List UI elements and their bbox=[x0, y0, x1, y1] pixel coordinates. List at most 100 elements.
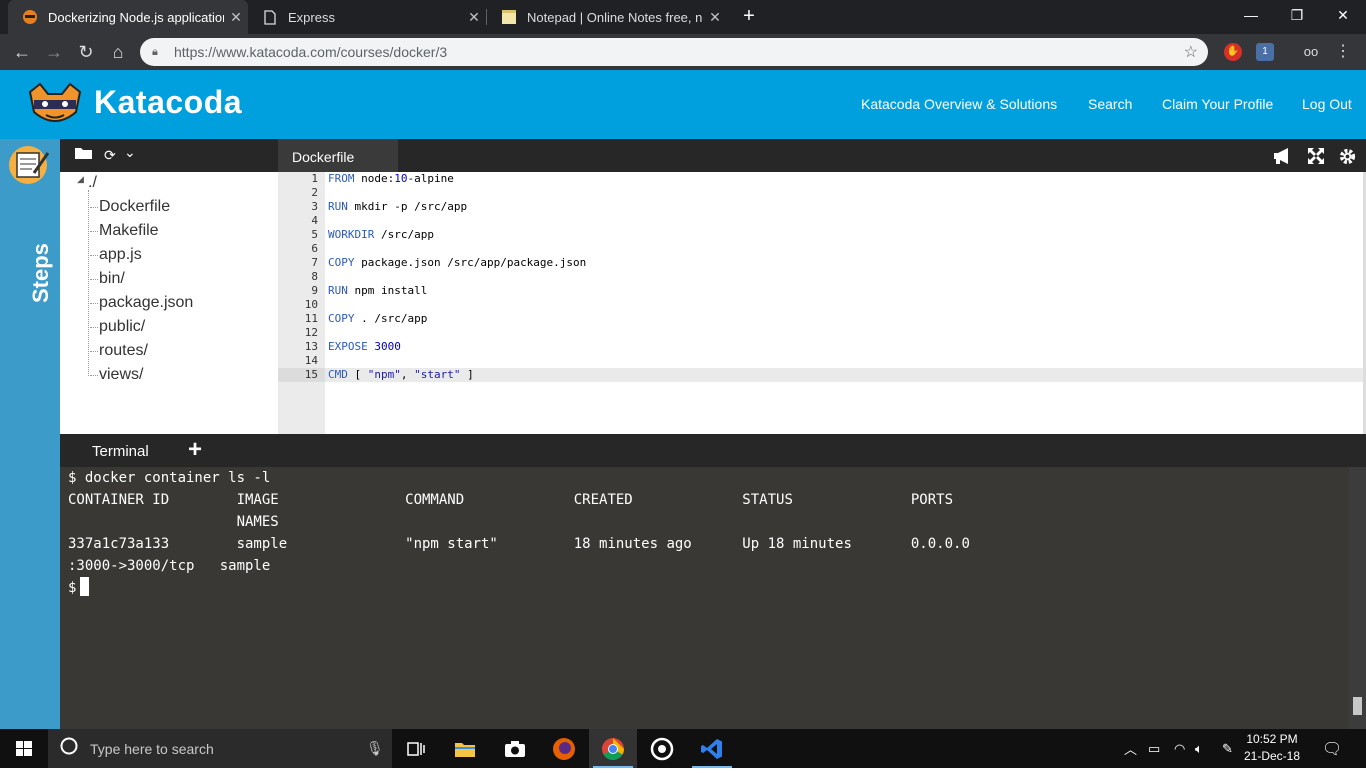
address-bar[interactable]: 🔒︎ https://www.katacoda.com/courses/dock… bbox=[140, 38, 1208, 66]
line-number: 8 bbox=[311, 270, 318, 283]
browser-toolbar: ← → ↻ ⌂ 🔒︎ https://www.katacoda.com/cour… bbox=[0, 34, 1366, 70]
windows-start-icon[interactable] bbox=[0, 729, 48, 768]
open-folder-icon[interactable] bbox=[74, 145, 94, 166]
task-view-icon[interactable] bbox=[392, 729, 440, 768]
terminal-tabbar: Terminal + bbox=[60, 434, 1366, 467]
nav-log-out[interactable]: Log Out bbox=[1302, 96, 1352, 112]
tab-dockerizing[interactable]: Dockerizing Node.js applications ✕ bbox=[8, 0, 248, 34]
code-line: COPY package.json /src/app/package.json bbox=[328, 256, 586, 270]
code-text: /src/app bbox=[374, 228, 434, 241]
tab-title: Express bbox=[288, 9, 335, 25]
chrome-icon[interactable] bbox=[589, 729, 637, 768]
folder-views[interactable]: views/ bbox=[99, 366, 143, 384]
new-tab-icon[interactable]: + bbox=[738, 6, 760, 28]
katacoda-logo-icon[interactable] bbox=[22, 82, 88, 128]
line-number: 10 bbox=[304, 298, 318, 311]
tree-root[interactable]: ./ bbox=[88, 174, 97, 192]
close-window-icon[interactable]: ✕ bbox=[1320, 0, 1366, 30]
file-app-js[interactable]: app.js bbox=[99, 246, 142, 264]
taskbar-search-box[interactable]: Type here to search 🎙︎ bbox=[48, 729, 392, 768]
line-number: 12 bbox=[304, 326, 318, 339]
taskbar-clock[interactable]: 10:52 PM 21-Dec-18 bbox=[1240, 731, 1304, 765]
nav-claim-profile[interactable]: Claim Your Profile bbox=[1162, 96, 1273, 112]
nav-overview-solutions[interactable]: Katacoda Overview & Solutions bbox=[861, 96, 1057, 112]
code-keyword: FROM bbox=[328, 172, 355, 185]
collapse-down-icon[interactable]: ⌄ bbox=[124, 144, 136, 161]
incognito-icon[interactable]: oo bbox=[1302, 43, 1320, 61]
line-number: 7 bbox=[311, 256, 318, 269]
code-keyword: RUN bbox=[328, 200, 348, 213]
extension-icon[interactable]: 1 bbox=[1256, 43, 1274, 61]
editor-tabbar: Dockerfile bbox=[278, 139, 1366, 172]
expand-icon[interactable] bbox=[1307, 147, 1325, 170]
tiger-favicon-icon bbox=[22, 9, 38, 25]
scrollbar-thumb[interactable] bbox=[1353, 697, 1362, 715]
forward-icon[interactable]: → bbox=[42, 40, 66, 64]
adblock-extension-icon[interactable]: ✋ bbox=[1224, 43, 1242, 61]
terminal-output[interactable]: $ docker container ls -l CONTAINER ID IM… bbox=[60, 467, 1349, 729]
file-makefile[interactable]: Makefile bbox=[99, 222, 159, 240]
line-number: 13 bbox=[304, 340, 318, 353]
tab-title: Dockerizing Node.js applications bbox=[48, 9, 224, 25]
line-number: 15 bbox=[304, 368, 318, 381]
bookmark-star-icon[interactable]: ☆ bbox=[1184, 42, 1198, 62]
reload-icon[interactable]: ↻ bbox=[74, 40, 98, 64]
firefox-icon[interactable] bbox=[540, 729, 588, 768]
back-icon[interactable]: ← bbox=[10, 40, 34, 64]
microphone-icon[interactable]: 🎙︎ bbox=[366, 740, 384, 757]
extension-badge: 1 bbox=[1262, 46, 1268, 57]
pen-workspace-icon[interactable]: ✎ bbox=[1222, 729, 1233, 768]
code-keyword: CMD bbox=[328, 368, 348, 381]
code-line: EXPOSE 3000 bbox=[328, 340, 401, 354]
terminal-line: 337a1c73a133 sample "npm start" 18 minut… bbox=[68, 536, 970, 552]
volume-icon[interactable]: 🔈︎ bbox=[1195, 729, 1203, 768]
nav-search[interactable]: Search bbox=[1088, 96, 1132, 112]
tree-connector bbox=[88, 190, 89, 376]
camera-app-icon[interactable] bbox=[491, 729, 539, 768]
add-terminal-icon[interactable]: + bbox=[188, 436, 202, 464]
close-tab-icon[interactable]: ✕ bbox=[703, 9, 727, 26]
home-icon[interactable]: ⌂ bbox=[106, 40, 130, 64]
folder-bin[interactable]: bin/ bbox=[99, 270, 125, 288]
file-explorer-icon[interactable] bbox=[441, 729, 489, 768]
wifi-icon[interactable]: ◠ bbox=[1174, 729, 1185, 768]
filetree-toolbar: ⟳ ⌄ bbox=[60, 139, 278, 172]
vscode-icon[interactable] bbox=[688, 729, 736, 768]
katacoda-brand[interactable]: Katacoda bbox=[94, 84, 242, 121]
line-number: 14 bbox=[304, 354, 318, 367]
megaphone-icon[interactable] bbox=[1272, 147, 1294, 170]
folder-routes[interactable]: routes/ bbox=[99, 342, 148, 360]
terminal-line: :3000->3000/tcp sample bbox=[68, 558, 271, 574]
tab-express[interactable]: Express ✕ bbox=[248, 0, 486, 34]
code-line: CMD [ "npm", "start" ] bbox=[328, 368, 474, 382]
github-desktop-icon[interactable] bbox=[638, 729, 686, 768]
file-dockerfile[interactable]: Dockerfile bbox=[99, 198, 170, 216]
steps-sidebar[interactable]: Steps bbox=[0, 139, 60, 729]
tab-notepad[interactable]: Notepad | Online Notes free, no ✕ bbox=[487, 0, 727, 34]
line-number: 6 bbox=[311, 242, 318, 255]
code-text: . /src/app bbox=[354, 312, 428, 325]
editor-tab-dockerfile[interactable]: Dockerfile bbox=[278, 139, 398, 172]
code-keyword: EXPOSE bbox=[328, 340, 368, 353]
show-hidden-icons-icon[interactable]: ︿ bbox=[1124, 729, 1137, 768]
terminal-scrollbar[interactable] bbox=[1349, 467, 1366, 729]
minimize-icon[interactable]: — bbox=[1228, 0, 1274, 30]
notepad-favicon-icon bbox=[501, 9, 517, 25]
refresh-icon[interactable]: ⟳ bbox=[104, 147, 116, 164]
notifications-icon[interactable]: 🗨︎ bbox=[1322, 729, 1342, 768]
close-tab-icon[interactable]: ✕ bbox=[224, 9, 248, 26]
code-area[interactable] bbox=[325, 172, 1363, 434]
gear-icon[interactable] bbox=[1338, 147, 1357, 171]
folder-public[interactable]: public/ bbox=[99, 318, 145, 336]
tree-expand-icon[interactable]: ◢ bbox=[77, 174, 84, 185]
file-tree: ◢ ./ Dockerfile Makefile app.js bin/ pac… bbox=[60, 172, 278, 434]
battery-icon[interactable]: ▭ bbox=[1148, 729, 1160, 768]
restore-icon[interactable]: ❐ bbox=[1274, 0, 1320, 30]
code-text: package.json /src/app/package.json bbox=[354, 256, 587, 269]
terminal-tab[interactable]: Terminal bbox=[60, 434, 180, 467]
clock-time: 10:52 PM bbox=[1246, 732, 1298, 746]
menu-icon[interactable]: ⋮ bbox=[1334, 43, 1352, 61]
file-package-json[interactable]: package.json bbox=[99, 294, 193, 312]
code-number: 10 bbox=[394, 172, 408, 185]
close-tab-icon[interactable]: ✕ bbox=[462, 9, 486, 26]
